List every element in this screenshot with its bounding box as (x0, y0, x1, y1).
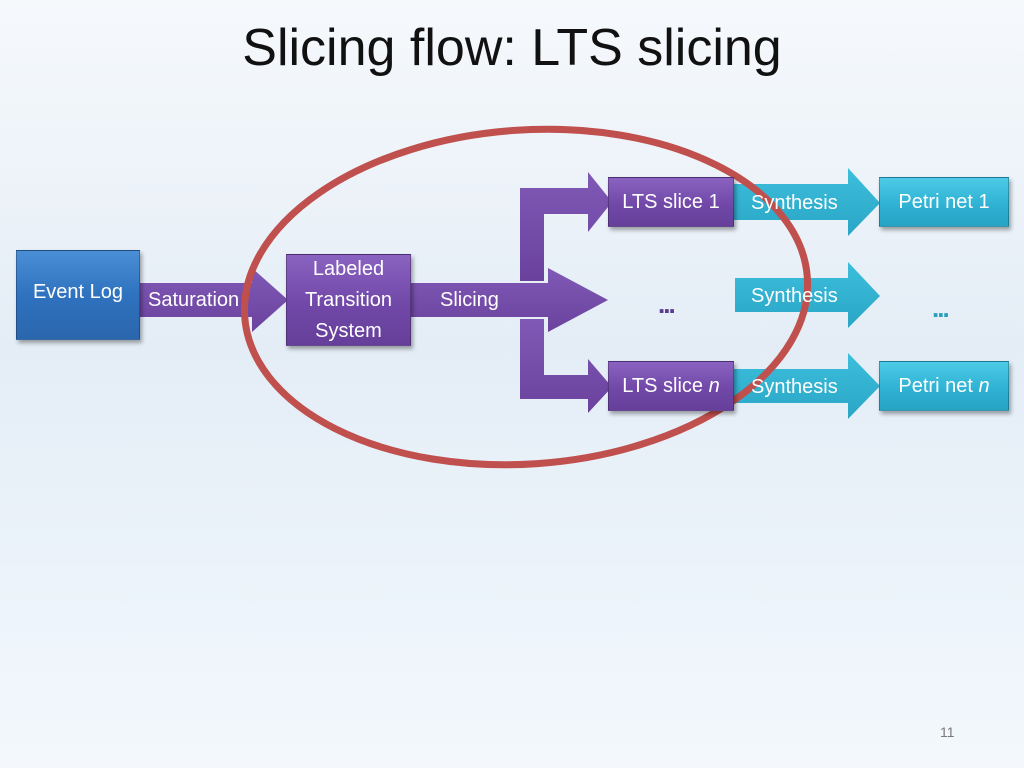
petri-net-1-node: Petri net 1 (879, 177, 1009, 227)
synthesis-label-1: Synthesis (751, 192, 838, 214)
ellipsis-slices: ... (658, 289, 676, 319)
petri-net-n-label: Petri net n (898, 375, 989, 398)
lts-slice-n-prefix: LTS slice (622, 374, 709, 397)
lts-node: Labeled Transition System (286, 254, 411, 346)
petri-net-n-prefix: Petri net (898, 374, 979, 397)
lts-slice-n-label: LTS slice n (622, 371, 719, 402)
lts-label-line2: Transition (304, 288, 393, 311)
page-number: 11 (940, 724, 955, 740)
lts-label-line3: System (315, 319, 382, 342)
petri-net-n-node: Petri net n (879, 361, 1009, 411)
synthesis-label-mid: Synthesis (751, 285, 838, 307)
synthesis-label-n: Synthesis (751, 376, 838, 398)
saturation-label: Saturation (148, 289, 240, 311)
lts-slice-n-node: LTS slice n (608, 361, 734, 411)
event-log-label: Event Log (32, 280, 124, 303)
slicing-label: Slicing (440, 289, 499, 311)
lts-slice-1-node: LTS slice 1 (608, 177, 734, 227)
lts-label-line1: Labeled (312, 257, 385, 280)
event-log-node: Event Log (16, 250, 140, 340)
ellipsis-petri-nets: ... (932, 293, 950, 323)
petri-net-1-label: Petri net 1 (898, 190, 990, 213)
lts-slice-1-label: LTS slice 1 (622, 190, 720, 213)
petri-net-n-var: n (978, 374, 990, 397)
flow-diagram (140, 125, 880, 469)
lts-slice-n-var: n (708, 374, 720, 397)
